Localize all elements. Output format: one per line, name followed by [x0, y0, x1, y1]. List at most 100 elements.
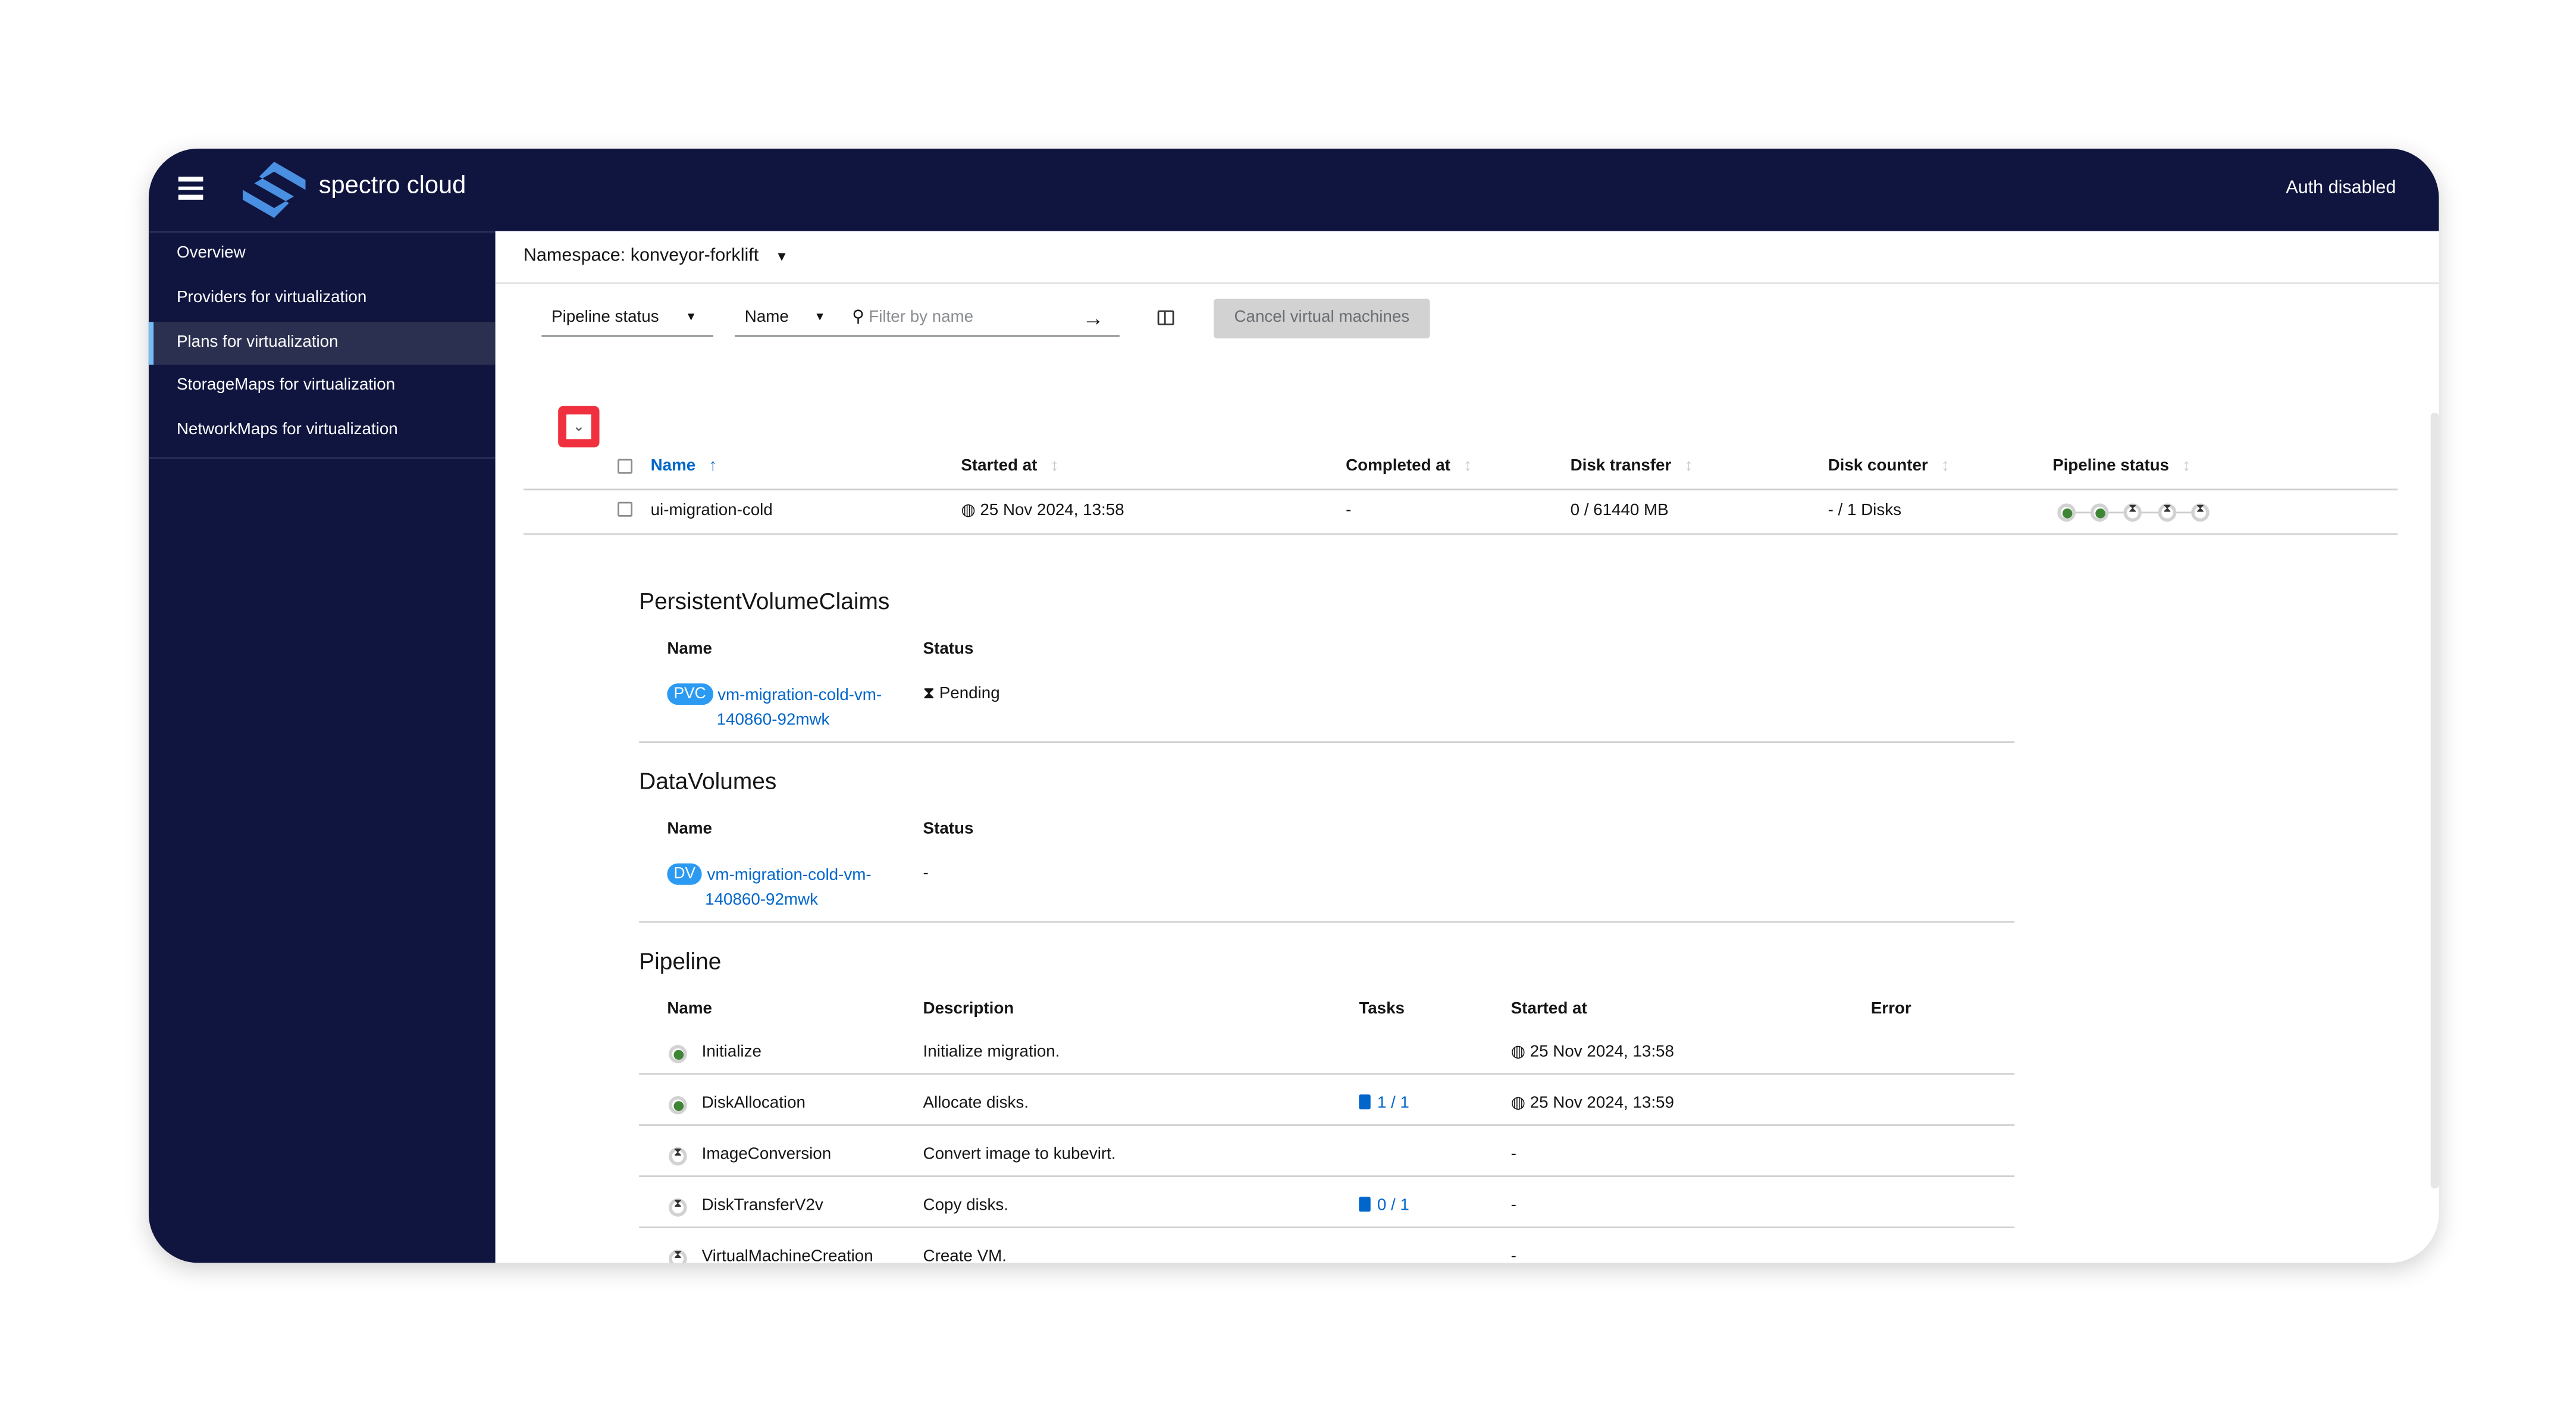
sidebar-item-networkmaps[interactable]: NetworkMaps for virtualization: [149, 410, 496, 454]
main-content: Namespace: konveyor-forklift ▼ Pipeline s…: [495, 231, 2439, 1263]
manage-columns-icon[interactable]: [1157, 310, 1174, 325]
search-icon: ⚲: [852, 309, 864, 327]
globe-icon: ◍: [1510, 1043, 1525, 1062]
step-succeeded-icon[interactable]: [2057, 503, 2076, 522]
sort-asc-icon: ↑: [709, 457, 717, 476]
started-at: ◍ 25 Nov 2024, 13:58: [961, 501, 1124, 520]
sort-icon: ↕: [1050, 457, 1059, 476]
app-window: spectro cloud Auth disabled Overview Pro…: [148, 148, 2439, 1263]
column-header-completed[interactable]: Completed at ↕: [1346, 457, 1472, 476]
pipeline-col-description: Description: [923, 1000, 1014, 1019]
pipeline-step-name: DiskAllocation: [701, 1094, 806, 1113]
completed-at: -: [1346, 501, 1352, 520]
divider: [639, 1124, 2015, 1126]
sort-icon: ↕: [2182, 457, 2191, 476]
pipeline-step-description: Convert image to kubevirt.: [923, 1145, 1116, 1164]
sort-icon: ↕: [1464, 457, 1472, 476]
pipeline-step-started: -: [1510, 1197, 1516, 1215]
pipeline-step-description: Initialize migration.: [923, 1043, 1060, 1062]
pipeline-step-description: Copy disks.: [923, 1197, 1009, 1215]
sidebar: Overview Providers for virtualization Pl…: [148, 231, 496, 1263]
pipeline-step-started: -: [1510, 1248, 1516, 1263]
hourglass-icon: ⧗: [923, 685, 935, 704]
clipboard-icon: [1359, 1094, 1371, 1110]
pipeline-step-description: Allocate disks.: [923, 1094, 1029, 1113]
pipeline-step-tasks[interactable]: 0 / 1: [1359, 1197, 1409, 1215]
masthead: spectro cloud Auth disabled: [148, 148, 2439, 231]
pvc-link[interactable]: PVC vm-migration-cold-vm- 140860-92mwk: [667, 683, 882, 733]
step-pending-icon[interactable]: [2123, 503, 2142, 522]
divider: [639, 1073, 2015, 1075]
scrollbar[interactable]: [2430, 412, 2439, 1189]
step-pending-icon: [669, 1198, 687, 1217]
filter-field-dropdown[interactable]: Name ▼: [735, 300, 839, 337]
dv-link[interactable]: DV vm-migration-cold-vm- 140860-92mwk: [667, 863, 872, 913]
caret-down-icon: ▼: [775, 249, 789, 265]
step-pending-icon: [669, 1250, 687, 1263]
step-succeeded-icon[interactable]: [2090, 503, 2109, 522]
filter-type-dropdown[interactable]: Pipeline status ▼: [541, 300, 714, 337]
spectro-cloud-logo: [243, 162, 306, 218]
column-header-disk-counter[interactable]: Disk counter ↕: [1828, 457, 1950, 476]
divider: [495, 282, 2439, 284]
pvc-status: ⧗ Pending: [923, 685, 1000, 704]
row-checkbox[interactable]: [618, 501, 633, 517]
pipeline-step-name: Initialize: [701, 1043, 761, 1062]
pvc-col-status: Status: [923, 640, 974, 659]
namespace-label: Namespace: konveyor-forklift: [523, 246, 759, 266]
sidebar-item-overview[interactable]: Overview: [149, 233, 496, 277]
dv-col-name: Name: [667, 820, 712, 839]
search-submit-arrow-icon[interactable]: →: [1067, 300, 1120, 337]
pvc-badge: PVC: [667, 683, 713, 705]
disk-counter: - / 1 Disks: [1828, 501, 1901, 520]
globe-icon: ◍: [961, 501, 976, 520]
clipboard-icon: [1359, 1197, 1371, 1212]
step-pending-icon[interactable]: [2191, 503, 2210, 522]
column-header-disk-transfer[interactable]: Disk transfer ↕: [1571, 457, 1693, 476]
sidebar-item-storagemaps[interactable]: StorageMaps for virtualization: [149, 365, 496, 409]
select-all-checkbox[interactable]: [618, 459, 633, 474]
pipeline-step-name: ImageConversion: [701, 1145, 832, 1164]
pipeline-section-title: Pipeline: [639, 947, 722, 974]
auth-status: Auth disabled: [2286, 178, 2396, 199]
step-succeeded-icon: [669, 1044, 687, 1063]
namespace-selector[interactable]: Namespace: konveyor-forklift ▼: [524, 246, 788, 266]
brand-name: spectro cloud: [318, 171, 466, 200]
filter-field-label: Name: [744, 309, 789, 327]
pipeline-step-started: ◍ 25 Nov 2024, 13:59: [1510, 1094, 1674, 1113]
step-pending-icon: [669, 1147, 687, 1166]
search-placeholder: Filter by name: [869, 309, 974, 327]
pipeline-step-description: Create VM.: [923, 1248, 1007, 1263]
column-header-pipeline-status[interactable]: Pipeline status ↕: [2052, 457, 2190, 476]
hamburger-menu-icon[interactable]: [178, 176, 203, 200]
dv-col-status: Status: [923, 820, 974, 839]
pipeline-step-started: ◍ 25 Nov 2024, 13:58: [1510, 1043, 1674, 1062]
step-succeeded-icon: [669, 1096, 687, 1115]
dv-section-title: DataVolumes: [639, 767, 777, 795]
divider: [639, 1226, 2015, 1229]
pvc-col-name: Name: [667, 640, 712, 659]
step-pending-icon[interactable]: [2158, 503, 2177, 522]
pvc-section-title: PersistentVolumeClaims: [639, 588, 890, 614]
pipeline-step-tasks[interactable]: 1 / 1: [1359, 1094, 1409, 1113]
column-header-started[interactable]: Started at ↕: [961, 457, 1058, 476]
caret-down-icon: ▼: [685, 312, 697, 324]
globe-icon: ◍: [1510, 1094, 1525, 1113]
sort-icon: ↕: [1684, 457, 1693, 476]
sidebar-divider: [148, 457, 496, 459]
pipeline-col-tasks: Tasks: [1359, 1000, 1405, 1019]
pipeline-col-name: Name: [667, 1000, 712, 1019]
plan-name[interactable]: ui-migration-cold: [651, 502, 773, 520]
divider: [639, 741, 2015, 743]
divider: [639, 1175, 2015, 1178]
sort-icon: ↕: [1941, 457, 1950, 476]
search-input[interactable]: ⚲ Filter by name: [839, 300, 1067, 337]
cancel-vms-button[interactable]: Cancel virtual machines: [1214, 299, 1430, 338]
pipeline-step-started: -: [1510, 1145, 1516, 1164]
sidebar-item-providers[interactable]: Providers for virtualization: [149, 277, 496, 321]
expand-row-button[interactable]: ⌄: [558, 406, 600, 448]
sidebar-item-plans[interactable]: Plans for virtualization: [148, 321, 496, 366]
column-header-name[interactable]: Name ↑: [651, 457, 717, 476]
caret-down-icon: ▼: [814, 312, 826, 324]
dv-badge: DV: [667, 863, 703, 885]
